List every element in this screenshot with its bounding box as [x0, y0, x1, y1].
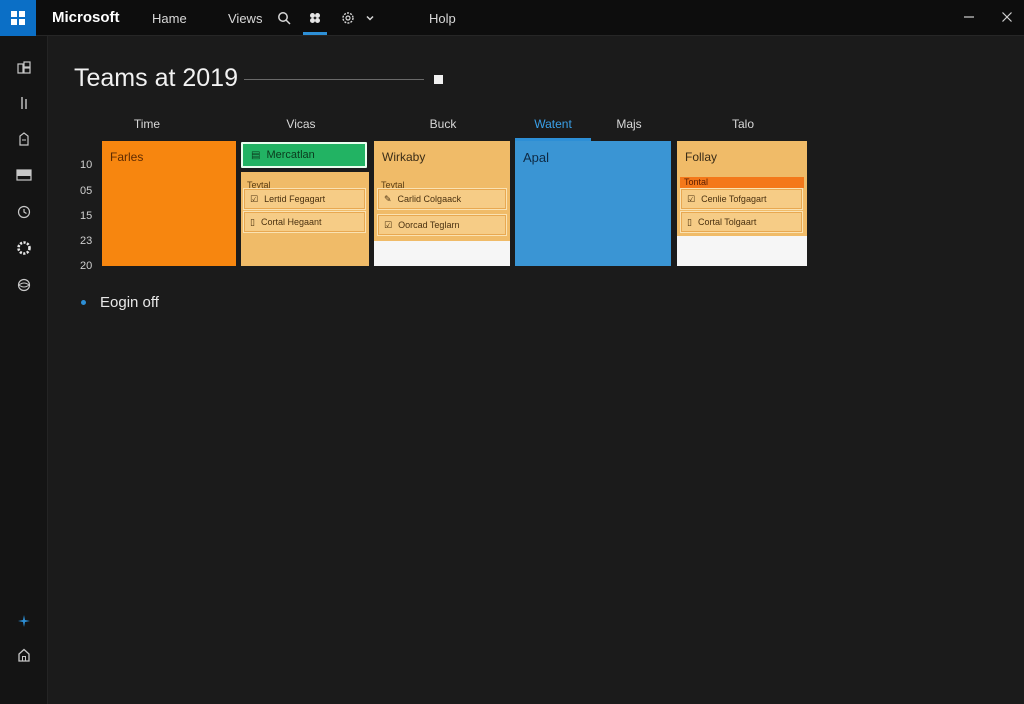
row-label: 20	[80, 260, 93, 272]
search-icon[interactable]	[274, 8, 294, 28]
grid-icon[interactable]	[305, 8, 325, 28]
status-text[interactable]: Eogin off	[100, 294, 159, 311]
active-nav-indicator	[303, 32, 327, 35]
bar-icon[interactable]	[14, 93, 34, 113]
column-header-vicas[interactable]: Vicas	[256, 117, 346, 131]
inbox-icon[interactable]	[14, 165, 34, 185]
sparkle-icon[interactable]	[14, 611, 34, 631]
task-item[interactable]: ▯ Cortal Tolgaart	[680, 211, 803, 233]
chip-label: Mercatlan	[266, 149, 315, 161]
settings-icon[interactable]	[338, 8, 358, 28]
row-label: 15	[80, 210, 93, 222]
card-apal[interactable]: Apal	[515, 141, 671, 266]
task-label: Cortal Hegaant	[260, 217, 322, 227]
task-label: Oorcad Teglarn	[398, 220, 460, 230]
task-label: Carlid Colgaack	[397, 194, 462, 204]
minimize-icon[interactable]	[958, 6, 980, 28]
card-farles[interactable]: Farles	[102, 141, 236, 266]
section-label: Tontal	[680, 177, 804, 188]
card-footer	[374, 241, 510, 266]
row-label: 05	[80, 185, 93, 197]
edit-icon[interactable]: ✎	[384, 194, 392, 205]
card-title: Farles	[110, 150, 144, 164]
task-item[interactable]: ▯ Cortal Hegaant	[243, 211, 366, 233]
task-label: Cortal Tolgaart	[697, 217, 757, 227]
nav-views[interactable]: Views	[228, 11, 262, 26]
task-item[interactable]: ✎ Carlid Colgaack	[377, 188, 507, 210]
checkbox-icon[interactable]: ☑	[687, 194, 695, 205]
task-item[interactable]: ☑ Lertid Fegagart	[243, 188, 366, 210]
task-item[interactable]: ☑ Cenlie Tofgagart	[680, 188, 803, 210]
note-icon: ▤	[251, 149, 261, 161]
task-label: Cenlie Tofgagart	[701, 194, 767, 204]
nav-help[interactable]: Holp	[429, 11, 456, 26]
stop-icon[interactable]	[434, 75, 443, 84]
checkbox-icon[interactable]: ☑	[250, 194, 258, 205]
apps-icon[interactable]	[14, 58, 34, 78]
task-item[interactable]: ☑ Oorcad Teglarn	[377, 214, 507, 236]
clock-icon[interactable]	[14, 202, 34, 222]
status-dot-icon	[81, 300, 86, 305]
task-label: Lertid Fegagart	[264, 194, 326, 204]
column-header-talo[interactable]: Talo	[698, 117, 788, 131]
row-label: 23	[80, 235, 93, 247]
document-icon[interactable]: ▯	[250, 217, 255, 228]
windows-logo-icon[interactable]	[0, 0, 36, 36]
globe-icon[interactable]	[14, 275, 34, 295]
home-icon[interactable]	[14, 645, 34, 665]
gear-icon[interactable]	[14, 238, 34, 258]
files-icon[interactable]	[14, 129, 34, 149]
brand-name: Microsoft	[52, 9, 120, 26]
nav-home[interactable]: Hame	[152, 11, 187, 26]
row-label: 10	[80, 159, 93, 171]
card-footer	[677, 236, 807, 266]
title-divider	[244, 79, 424, 80]
event-chip-mercatlan[interactable]: ▤ Mercatlan	[241, 142, 367, 168]
column-header-buck[interactable]: Buck	[398, 117, 488, 131]
chevron-down-icon[interactable]	[360, 8, 380, 28]
document-icon[interactable]: ▯	[687, 217, 692, 228]
title-bar: Microsoft Hame Views Holp	[0, 0, 1024, 36]
card-title: Apal	[523, 150, 550, 165]
checkbox-icon[interactable]: ☑	[384, 220, 392, 231]
close-icon[interactable]	[996, 6, 1018, 28]
column-header-time[interactable]: Time	[102, 117, 192, 131]
card-title: Follay	[685, 150, 718, 164]
left-rail	[0, 36, 48, 704]
page-title: Teams at 2019	[74, 64, 238, 92]
card-title: Wirkaby	[382, 150, 426, 164]
column-header-majs[interactable]: Majs	[584, 117, 674, 131]
